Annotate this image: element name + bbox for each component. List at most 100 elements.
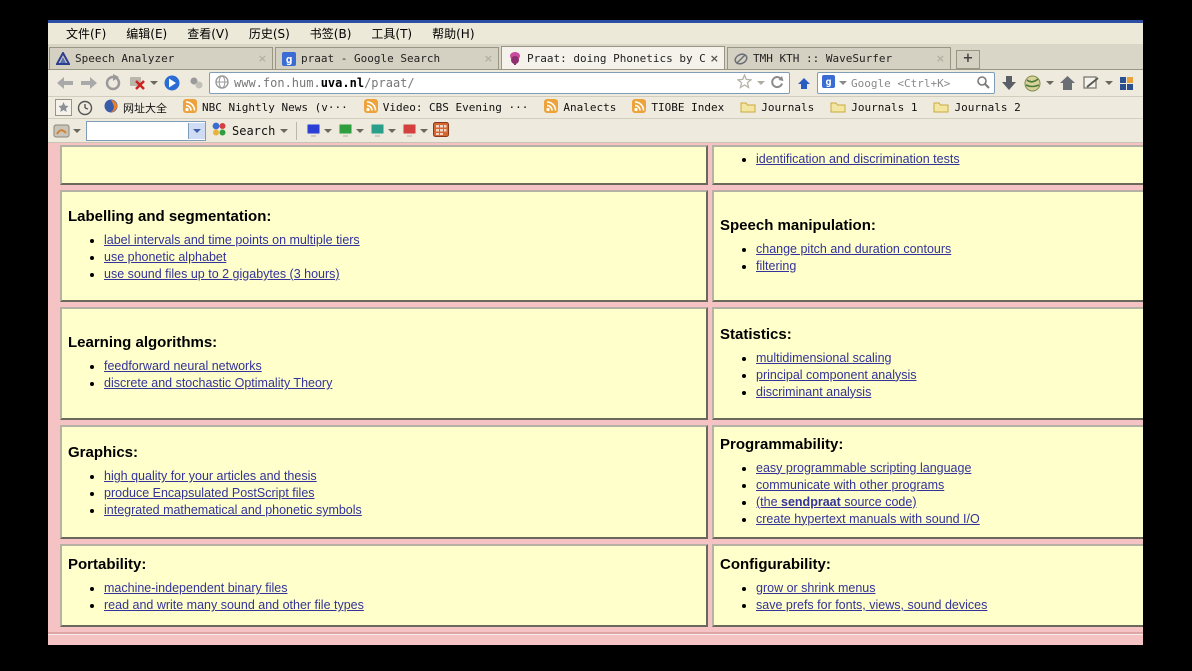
search-options-dropdown-icon[interactable] — [280, 128, 289, 133]
chevron-down-icon[interactable] — [420, 128, 429, 133]
navigation-toolbar: www.fon.hum.uva.nl/praat/ g Google <Ctrl… — [48, 70, 1143, 97]
feature-link[interactable]: discriminant analysis — [756, 385, 871, 399]
folder-icon — [830, 100, 846, 116]
feature-link[interactable]: multidimensional scaling — [756, 351, 891, 365]
feature-cell-right: identification and discrimination tests — [712, 145, 1143, 185]
quick-launch-icon[interactable] — [161, 73, 182, 94]
stop-icon[interactable] — [126, 73, 147, 94]
feature-link[interactable]: create hypertext manuals with sound I/O — [756, 512, 980, 526]
menu-view[interactable]: 查看(V) — [177, 25, 239, 42]
tab-google-search[interactable]: g praat - Google Search — [275, 47, 499, 69]
bookmark-item[interactable]: Analects — [537, 99, 623, 117]
close-icon[interactable] — [936, 52, 945, 65]
forward-icon[interactable] — [78, 73, 99, 94]
search-input[interactable]: Google <Ctrl+K> — [851, 77, 972, 90]
feature-link[interactable]: produce Encapsulated PostScript files — [104, 486, 315, 500]
feature-link[interactable]: identification and discrimination tests — [756, 152, 960, 166]
monitor-green-icon[interactable] — [337, 123, 365, 138]
chevron-down-icon[interactable] — [356, 128, 365, 133]
tab-title: TMH KTH :: WaveSurfer — [753, 52, 893, 65]
chevron-down-icon[interactable] — [150, 81, 158, 85]
address-bar[interactable]: www.fon.hum.uva.nl/praat/ — [209, 72, 790, 94]
feature-link[interactable]: machine-independent binary files — [104, 581, 287, 595]
bookmark-folder[interactable]: Journals 2 — [926, 99, 1027, 117]
screenshot-tool-icon[interactable] — [1081, 73, 1102, 94]
feature-list: identification and discrimination tests — [718, 152, 1143, 169]
word-lookup-combobox[interactable] — [86, 120, 206, 141]
feature-link[interactable]: read and write many sound and other file… — [104, 598, 364, 612]
reload-icon[interactable] — [102, 73, 123, 94]
magnifier-icon[interactable] — [976, 75, 990, 92]
rss-icon — [632, 99, 647, 116]
feature-link[interactable]: grow or shrink menus — [756, 581, 876, 595]
chevron-down-icon[interactable] — [388, 128, 397, 133]
feature-link[interactable]: use phonetic alphabet — [104, 250, 226, 264]
url-text[interactable]: www.fon.hum.uva.nl/praat/ — [234, 76, 732, 90]
chevron-down-icon[interactable] — [1105, 81, 1113, 85]
menu-bookmarks[interactable]: 书签(B) — [300, 25, 362, 42]
search-box[interactable]: g Google <Ctrl+K> — [817, 72, 995, 94]
menu-file[interactable]: 文件(F) — [56, 25, 116, 42]
search-button[interactable]: Search — [232, 124, 275, 138]
autocomplete-dropdown-icon[interactable] — [757, 81, 765, 85]
bookmark-folder[interactable]: Journals 1 — [823, 99, 924, 117]
search-engine-dropdown-icon[interactable] — [839, 81, 847, 85]
bookmark-item[interactable]: TIOBE Index — [625, 99, 731, 117]
menu-edit[interactable]: 编辑(E) — [116, 25, 177, 42]
praat-favicon-icon — [507, 51, 522, 66]
monitor-red-icon[interactable] — [401, 123, 429, 138]
search-engine-icon[interactable]: g — [822, 75, 835, 91]
extension-badge-icon[interactable] — [185, 73, 206, 94]
chevron-down-icon[interactable] — [73, 128, 81, 133]
calculator-icon[interactable] — [433, 121, 450, 140]
go-reload-icon[interactable] — [770, 75, 784, 92]
chevron-down-icon[interactable] — [1046, 81, 1054, 85]
tab-wavesurfer[interactable]: TMH KTH :: WaveSurfer — [727, 47, 951, 69]
feature-link[interactable]: label intervals and time points on multi… — [104, 233, 360, 247]
feature-link[interactable]: high quality for your articles and thesi… — [104, 469, 317, 483]
combobox-dropdown-icon[interactable] — [188, 122, 205, 139]
bookmark-item[interactable]: NBC Nightly News (v··· — [176, 99, 355, 117]
feature-link[interactable]: integrated mathematical and phonetic sym… — [104, 503, 362, 517]
translator-icon[interactable] — [53, 123, 81, 139]
tab-title: Praat: doing Phonetics by Computer — [527, 51, 705, 65]
bookmark-folder[interactable]: Journals — [733, 99, 821, 117]
close-icon[interactable] — [710, 52, 719, 65]
home-icon[interactable] — [1057, 73, 1078, 94]
bookmarks-star-button-icon[interactable] — [53, 99, 73, 117]
menu-help[interactable]: 帮助(H) — [422, 25, 484, 42]
list-item: high quality for your articles and thesi… — [104, 469, 706, 484]
feature-link[interactable]: principal component analysis — [756, 368, 917, 382]
speed-dial-grid-icon[interactable] — [1116, 73, 1137, 94]
close-icon[interactable] — [258, 52, 267, 65]
bookmark-star-icon[interactable] — [736, 73, 753, 92]
back-icon[interactable] — [54, 73, 75, 94]
feature-link[interactable]: save prefs for fonts, views, sound devic… — [756, 598, 987, 612]
section-heading: Programmability: — [720, 435, 844, 453]
feature-link[interactable]: use sound files up to 2 gigabytes (3 hou… — [104, 267, 340, 281]
feature-link[interactable]: (the sendpraat source code) — [756, 495, 917, 509]
bookmark-item[interactable]: 网址大全 — [97, 99, 174, 117]
feature-link[interactable]: filtering — [756, 259, 796, 273]
bookmark-label: Journals 2 — [954, 101, 1021, 114]
menu-history[interactable]: 历史(S) — [239, 25, 300, 42]
feature-link[interactable]: communicate with other programs — [756, 478, 944, 492]
chevron-down-icon[interactable] — [324, 128, 333, 133]
bookmark-item[interactable]: Video: CBS Evening ··· — [357, 99, 536, 117]
tab-speech-analyzer[interactable]: Speech Analyzer — [49, 47, 273, 69]
feature-link[interactable]: feedforward neural networks — [104, 359, 262, 373]
downloads-icon[interactable] — [998, 73, 1019, 94]
feature-list: change pitch and duration contours filter… — [718, 242, 1143, 276]
menu-tools[interactable]: 工具(T) — [361, 25, 422, 42]
world-globe-icon[interactable] — [1022, 73, 1043, 94]
close-icon[interactable] — [484, 52, 493, 65]
addon-blue-icon[interactable] — [793, 73, 814, 94]
feature-link[interactable]: discrete and stochastic Optimality Theor… — [104, 376, 332, 390]
tab-praat-active[interactable]: Praat: doing Phonetics by Computer — [501, 46, 725, 69]
history-clock-icon[interactable] — [75, 99, 95, 117]
monitor-teal-icon[interactable] — [369, 123, 397, 138]
monitor-blue-icon[interactable] — [305, 123, 333, 138]
feature-link[interactable]: easy programmable scripting language — [756, 461, 971, 475]
new-tab-button[interactable]: + — [956, 50, 980, 69]
feature-link[interactable]: change pitch and duration contours — [756, 242, 951, 256]
